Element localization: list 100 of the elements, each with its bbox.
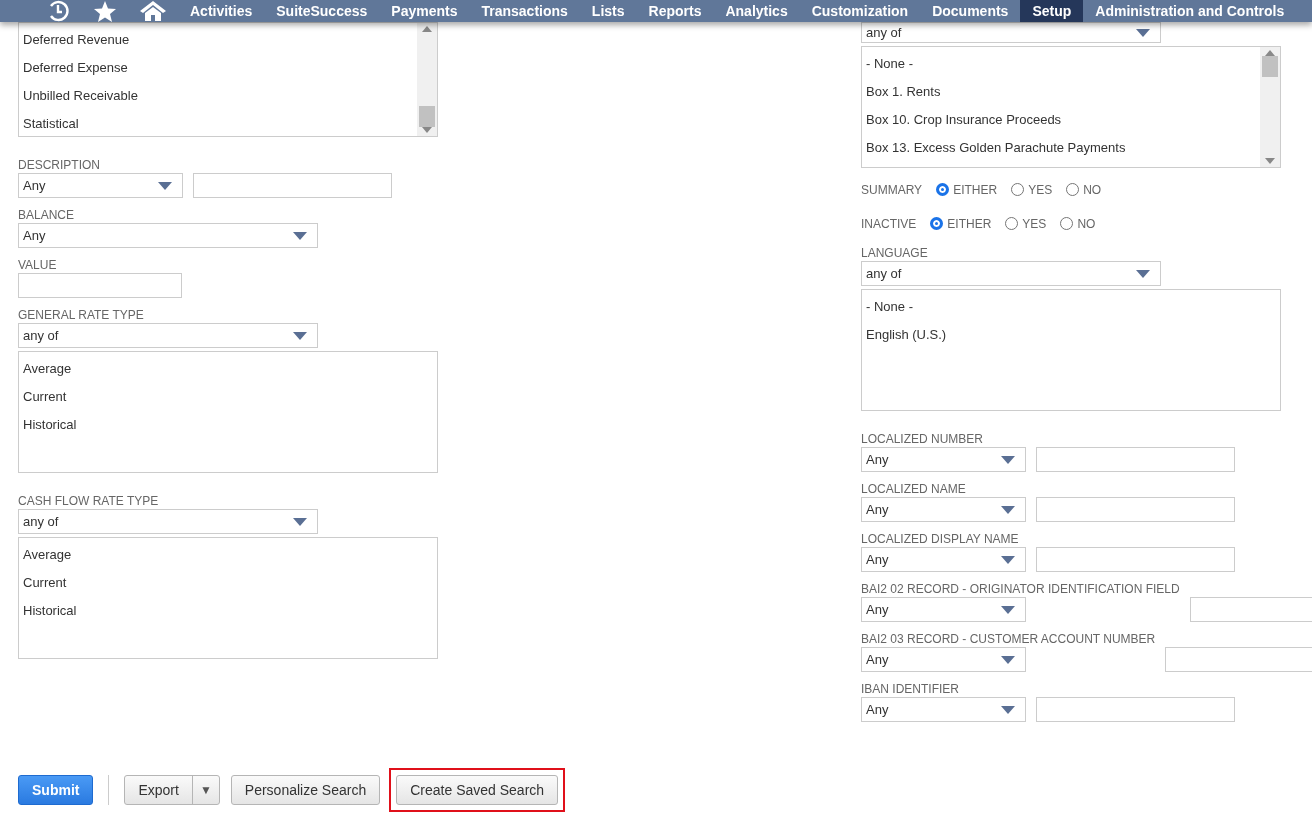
star-icon[interactable] [94,0,116,22]
list-option[interactable]: Box 1. Rents [866,78,1256,106]
dropdown-field[interactable]: Any [861,547,1026,572]
list-option[interactable]: - None - [866,293,1276,321]
radio-label: NO [1083,181,1102,199]
caret-icon [1136,269,1150,278]
radio-label: EITHER [953,181,998,199]
field-label: LOCALIZED NAME [861,481,967,497]
dropdown-field[interactable]: any of [861,22,1161,43]
list-option[interactable]: Historical [23,597,433,625]
action-button[interactable]: Personalize Search [230,775,381,805]
nav-tab[interactable]: SuiteSuccess [264,0,380,22]
radio-button[interactable] [1011,183,1025,196]
dropdown-field[interactable]: Any [18,173,183,198]
field-label: BAI2 02 RECORD - ORIGINATOR IDENTIFICATION FIELD [861,581,1180,597]
field-label: LANGUAGE [861,245,929,261]
radio-label: YES [1028,181,1053,199]
caret-icon [1136,28,1150,37]
dropdown-field[interactable]: any of [18,509,318,534]
nav-tab[interactable]: Lists [579,0,637,22]
menu-toggle-button[interactable]: ▼ [191,776,219,804]
radio-label: EITHER [947,215,992,233]
nav-tab[interactable]: Administration and Controls [1083,0,1297,22]
nav-tab[interactable]: Documents [920,0,1021,22]
listbox[interactable]: - None - Box 1. Rents Box 10. Crop Insurance Proceeds Box 13. Excess Golden Parachute Payments [861,46,1281,168]
caret-icon [293,517,307,526]
field-label: CASH FLOW RATE TYPE [18,493,160,509]
field-label: BALANCE [18,207,76,223]
nav-tab[interactable]: Transactions [469,0,580,22]
caret-icon [1001,705,1015,714]
listbox[interactable]: - None - English (U.S.) [861,289,1281,411]
scroll-up-icon[interactable] [422,26,432,32]
field-label: VALUE [18,257,58,273]
radio-button[interactable] [1005,217,1019,230]
nav-tab[interactable]: Reports [636,0,714,22]
list-option[interactable]: Deferred Revenue [23,26,413,54]
list-option[interactable]: - None - [866,50,1256,78]
listbox[interactable]: Average Current Historical [18,351,438,473]
dropdown-field[interactable]: Any [861,497,1026,522]
radio-button[interactable] [930,217,944,230]
listbox[interactable]: Deferred Revenue Deferred Expense Unbilled Receivable Statistical [18,22,438,137]
dropdown-field[interactable]: Any [861,447,1026,472]
scrollbar-thumb[interactable] [419,106,435,127]
caret-icon [1001,555,1015,564]
text-field[interactable] [1036,697,1235,722]
scrollbar-thumb[interactable] [1262,56,1278,77]
radio-button[interactable] [1066,183,1080,196]
dropdown-field[interactable]: Any [861,647,1026,672]
field-label: SUMMARY [861,181,923,198]
list-option[interactable]: Statistical [23,110,413,138]
list-option[interactable]: Unbilled Receivable [23,82,413,110]
list-option[interactable]: Average [23,355,433,383]
caret-icon [1001,605,1015,614]
text-field[interactable] [1165,647,1312,672]
text-field[interactable] [1036,447,1235,472]
radio-label: YES [1022,215,1047,233]
dropdown-field[interactable]: Any [861,597,1026,622]
nav-tab[interactable]: Customization [799,0,921,22]
field-label: IBAN IDENTIFIER [861,681,960,697]
caret-icon [1001,655,1015,664]
radio-button[interactable] [1060,217,1074,230]
listbox[interactable]: Average Current Historical [18,537,438,659]
caret-icon [158,181,172,190]
dropdown-field[interactable]: any of [861,261,1161,286]
nav-tab[interactable]: Setup [1020,0,1084,22]
list-option[interactable]: Current [23,569,433,597]
text-field[interactable] [1036,547,1235,572]
nav-tab[interactable]: Activities [178,0,265,22]
dropdown-field[interactable]: Any [861,697,1026,722]
field-label: LOCALIZED DISPLAY NAME [861,531,1020,547]
action-button[interactable]: Create Saved Search [396,775,559,805]
nav-tab[interactable]: Payments [379,0,470,22]
list-option[interactable]: Box 13. Excess Golden Parachute Payments [866,134,1256,162]
scroll-down-icon[interactable] [1265,158,1275,164]
list-option[interactable]: English (U.S.) [866,321,1276,349]
radio-button[interactable] [936,183,950,196]
dropdown-field[interactable]: any of [18,323,318,348]
field-label: DESCRIPTION [18,157,101,173]
nav-tab[interactable]: Analytics [713,0,800,22]
home-icon[interactable] [140,1,166,21]
list-option[interactable]: Historical [23,411,433,439]
list-option[interactable]: Deferred Expense [23,54,413,82]
scrollbar[interactable] [1260,47,1280,167]
export-button[interactable]: Export [125,776,192,804]
list-option[interactable]: Current [23,383,433,411]
list-option[interactable]: Box 10. Crop Insurance Proceeds [866,106,1256,134]
submit-button[interactable]: Submit [18,775,94,805]
field-label: BAI2 03 RECORD - CUSTOMER ACCOUNT NUMBER [861,631,1156,647]
caret-icon [1001,455,1015,464]
field-label: LOCALIZED NUMBER [861,431,985,447]
text-field[interactable] [18,273,182,298]
list-option[interactable]: Average [23,541,433,569]
field-label: INACTIVE [861,215,917,232]
scrollbar[interactable] [417,23,437,136]
dropdown-field[interactable]: Any [18,223,318,248]
caret-icon [1001,505,1015,514]
text-field[interactable] [193,173,392,198]
radio-label: NO [1077,215,1096,233]
field-label: GENERAL RATE TYPE [18,307,145,323]
text-field[interactable] [1036,497,1235,522]
